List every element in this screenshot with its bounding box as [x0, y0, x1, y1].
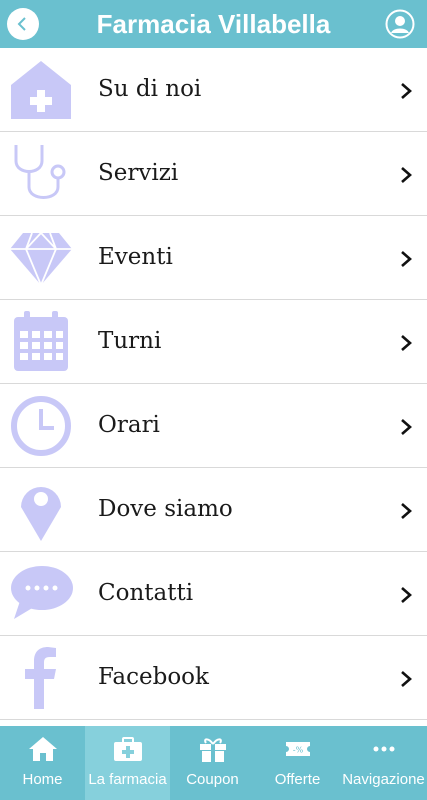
app-header: Farmacia Villabella	[0, 0, 427, 48]
tab-label: La farmacia	[88, 771, 167, 788]
back-button[interactable]	[7, 8, 39, 40]
menu-item-label: Facebook	[98, 664, 209, 690]
chevron-right-icon	[401, 587, 412, 603]
home-icon	[28, 737, 57, 761]
facebook-icon	[25, 647, 56, 709]
chevron-right-icon	[401, 671, 412, 687]
menu-item-label: Su di noi	[98, 76, 202, 102]
menu-item-label: Servizi	[98, 160, 179, 186]
tab-home[interactable]: Home	[0, 726, 85, 800]
medical-kit-icon	[113, 737, 142, 761]
user-icon	[385, 9, 415, 39]
chevron-right-icon	[401, 251, 412, 267]
gift-icon	[199, 738, 226, 762]
menu-item-turni[interactable]: Turni	[0, 300, 427, 384]
discount-ticket-icon: -%	[285, 742, 310, 756]
menu-item-facebook[interactable]: Facebook	[0, 636, 427, 720]
menu-item-label: Turni	[98, 328, 162, 354]
tab-label: Home	[22, 771, 63, 788]
tab-navigazione[interactable]: Navigazione	[340, 726, 427, 800]
chevron-right-icon	[401, 419, 412, 435]
clock-icon	[11, 396, 71, 456]
menu-item-dove-siamo[interactable]: Dove siamo	[0, 468, 427, 552]
menu-item-eventi[interactable]: Eventi	[0, 216, 427, 300]
house-plus-icon	[11, 61, 71, 119]
menu-item-label: Eventi	[98, 244, 173, 270]
page-title: Farmacia Villabella	[96, 9, 331, 39]
chevron-left-icon	[17, 17, 26, 31]
menu-list: Su di noi Servizi Eventi Turni Orari Dov…	[0, 48, 427, 720]
chevron-right-icon	[401, 167, 412, 183]
tab-offerte[interactable]: -% Offerte	[255, 726, 340, 800]
tab-label: Offerte	[274, 771, 321, 788]
chevron-right-icon	[401, 503, 412, 519]
diamond-icon	[10, 231, 72, 288]
menu-item-orari[interactable]: Orari	[0, 384, 427, 468]
bottom-tab-bar: Home La farmacia Coupon -% Offerte Navig…	[0, 726, 427, 800]
menu-item-label: Contatti	[98, 580, 194, 606]
tab-coupon[interactable]: Coupon	[170, 726, 255, 800]
menu-item-label: Dove siamo	[98, 496, 233, 522]
menu-item-su-di-noi[interactable]: Su di noi	[0, 48, 427, 132]
calendar-icon	[14, 311, 68, 371]
tab-la-farmacia[interactable]: La farmacia	[85, 726, 170, 800]
menu-item-contatti[interactable]: Contatti	[0, 552, 427, 636]
menu-item-label: Orari	[98, 412, 160, 438]
chevron-right-icon	[401, 335, 412, 351]
tab-label: Coupon	[186, 771, 239, 788]
svg-text:-%: -%	[292, 746, 303, 755]
location-pin-icon	[21, 487, 61, 541]
menu-item-servizi[interactable]: Servizi	[0, 132, 427, 216]
more-dots-icon	[373, 746, 394, 752]
tab-label: Navigazione	[342, 771, 425, 788]
chat-bubble-icon	[11, 566, 73, 619]
user-profile-button[interactable]	[385, 9, 415, 39]
chevron-right-icon	[401, 83, 412, 99]
stethoscope-icon	[14, 145, 66, 199]
